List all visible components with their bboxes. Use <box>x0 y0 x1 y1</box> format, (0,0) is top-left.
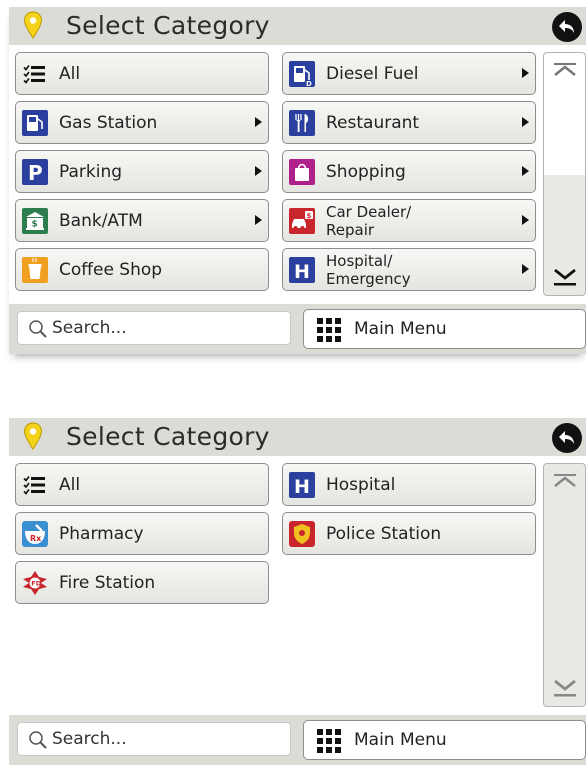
category-label: Bank/ATM <box>59 210 143 231</box>
category-all-button[interactable]: All <box>15 52 269 95</box>
category-label: Shopping <box>326 161 406 182</box>
footer-bar: Search... Main Menu <box>9 304 586 354</box>
scroll-down-icon[interactable] <box>553 267 577 287</box>
svg-text:Rx: Rx <box>30 534 42 543</box>
submenu-arrow-icon <box>522 264 529 274</box>
location-pin-icon <box>23 11 43 39</box>
hospital-icon: H <box>289 472 315 498</box>
svg-text:FD: FD <box>31 580 41 588</box>
main-menu-label: Main Menu <box>354 319 447 339</box>
submenu-arrow-icon <box>522 215 529 225</box>
list-icon <box>23 65 45 84</box>
category-screen-2: Select Category All H Hospital Rx Pharma… <box>9 418 586 765</box>
location-pin-icon <box>23 422 43 450</box>
category-gas-station-button[interactable]: Gas Station <box>15 101 269 144</box>
scroll-up-icon[interactable] <box>553 474 577 488</box>
svg-text:D: D <box>306 80 312 87</box>
submenu-arrow-icon <box>522 117 529 127</box>
main-menu-button[interactable]: Main Menu <box>303 720 586 760</box>
back-button[interactable] <box>552 12 582 42</box>
pharmacy-icon: Rx <box>22 521 48 547</box>
svg-text:H: H <box>294 261 310 283</box>
grid-menu-icon <box>317 318 341 342</box>
category-label-line1: Car Dealer/ <box>326 202 412 221</box>
back-button[interactable] <box>552 423 582 453</box>
category-label: All <box>59 63 81 84</box>
submenu-arrow-icon <box>255 166 262 176</box>
shopping-icon <box>289 159 315 185</box>
category-all-button[interactable]: All <box>15 463 269 506</box>
category-label-line2: Emergency <box>326 269 411 288</box>
category-label: All <box>59 474 81 495</box>
category-bank-atm-button[interactable]: $ Bank/ATM <box>15 199 269 242</box>
car-dealer-icon: $ <box>289 208 315 234</box>
category-label: Fire Station <box>59 572 156 593</box>
category-restaurant-button[interactable]: Restaurant <box>282 101 536 144</box>
list-icon <box>23 476 45 495</box>
category-grid: All D Diesel Fuel Gas Station Restaurant… <box>9 52 544 298</box>
category-hospital-button[interactable]: H Hospital <box>282 463 536 506</box>
search-icon <box>29 320 47 338</box>
category-label: Car Dealer/Repair <box>326 200 411 241</box>
svg-text:$: $ <box>307 212 312 220</box>
category-label: Gas Station <box>59 112 158 133</box>
category-diesel-fuel-button[interactable]: D Diesel Fuel <box>282 52 536 95</box>
back-arrow-icon <box>559 431 574 444</box>
gas-station-icon <box>22 110 48 136</box>
category-label: Coffee Shop <box>59 259 163 280</box>
submenu-arrow-icon <box>522 166 529 176</box>
category-pharmacy-button[interactable]: Rx Pharmacy <box>15 512 269 555</box>
svg-text:$: $ <box>32 220 38 230</box>
category-label: Restaurant <box>326 112 420 133</box>
coffee-icon <box>22 257 48 283</box>
fire-station-icon: FD <box>23 571 47 595</box>
category-label: Hospital/Emergency <box>326 249 411 290</box>
page-title: Select Category <box>66 422 270 451</box>
category-police-station-button[interactable]: Police Station <box>282 512 536 555</box>
scroll-down-icon[interactable] <box>553 678 577 698</box>
category-grid: All H Hospital Rx Pharmacy Police Statio… <box>9 463 544 709</box>
category-coffee-shop-button[interactable]: Coffee Shop <box>15 248 269 291</box>
submenu-arrow-icon <box>522 68 529 78</box>
header-bar: Select Category <box>9 418 586 456</box>
submenu-arrow-icon <box>255 215 262 225</box>
parking-icon: P <box>22 159 48 185</box>
diesel-fuel-icon: D <box>289 61 315 87</box>
restaurant-icon <box>289 110 315 136</box>
header-bar: Select Category <box>9 7 586 45</box>
police-badge-icon <box>289 521 315 547</box>
scrollbar[interactable] <box>543 463 586 707</box>
grid-menu-icon <box>317 729 341 753</box>
category-shopping-button[interactable]: Shopping <box>282 150 536 193</box>
category-parking-button[interactable]: P Parking <box>15 150 269 193</box>
scrollbar[interactable] <box>543 52 586 296</box>
category-label-line1: Hospital/ <box>326 251 393 270</box>
bank-atm-icon: $ <box>22 208 48 234</box>
category-label: Diesel Fuel <box>326 63 419 84</box>
main-menu-label: Main Menu <box>354 730 447 750</box>
category-label-line2: Repair <box>326 220 375 239</box>
search-input[interactable]: Search... <box>17 311 291 345</box>
main-menu-button[interactable]: Main Menu <box>303 309 586 349</box>
submenu-arrow-icon <box>255 117 262 127</box>
scroll-up-icon[interactable] <box>553 63 577 77</box>
category-label: Hospital <box>326 474 396 495</box>
category-hospital-emergency-button[interactable]: H Hospital/Emergency <box>282 248 536 291</box>
svg-text:H: H <box>294 476 310 498</box>
search-placeholder: Search... <box>52 318 127 338</box>
page-title: Select Category <box>66 11 270 40</box>
search-placeholder: Search... <box>52 729 127 749</box>
search-input[interactable]: Search... <box>17 722 291 756</box>
back-arrow-icon <box>559 20 574 33</box>
category-fire-station-button[interactable]: FD Fire Station <box>15 561 269 604</box>
category-label: Parking <box>59 161 123 182</box>
footer-bar: Search... Main Menu <box>9 715 586 765</box>
svg-text:P: P <box>28 161 43 185</box>
hospital-icon: H <box>289 257 315 283</box>
search-icon <box>29 731 47 749</box>
category-screen-1: Select Category All D Diesel Fuel Gas St… <box>9 7 586 354</box>
category-label: Police Station <box>326 523 442 544</box>
category-label: Pharmacy <box>59 523 144 544</box>
category-car-dealer-repair-button[interactable]: $ Car Dealer/Repair <box>282 199 536 242</box>
